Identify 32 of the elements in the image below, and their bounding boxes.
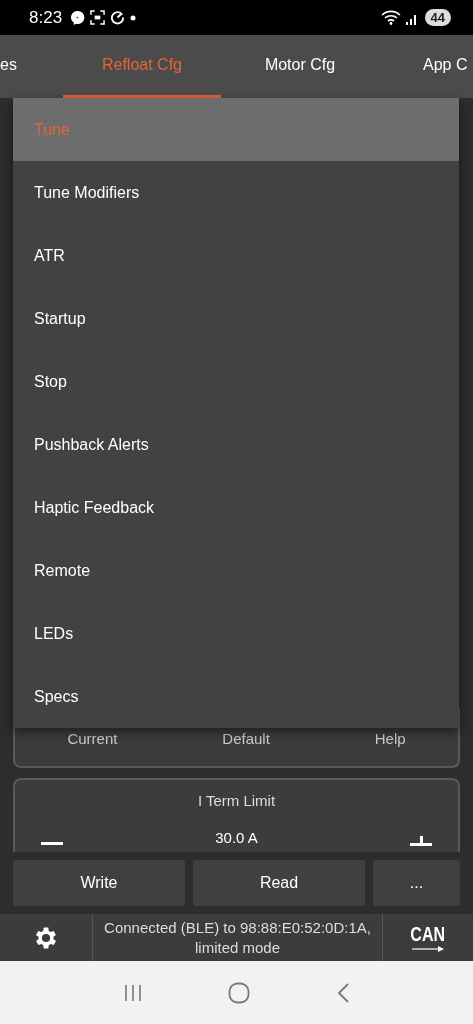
action-button[interactable]: ...: [373, 860, 460, 906]
card-button[interactable]: Help: [354, 730, 426, 747]
minus-icon[interactable]: [41, 842, 63, 846]
menu-item[interactable]: Tune Modifiers: [13, 161, 459, 224]
action-button[interactable]: Read: [193, 860, 365, 906]
menu-item[interactable]: Remote: [13, 539, 459, 602]
screenshot-icon: [90, 10, 106, 25]
clock: 8:23: [29, 7, 63, 28]
menu-item[interactable]: ATR: [13, 224, 459, 287]
card-button[interactable]: Current: [47, 730, 138, 747]
arrow-icon: [412, 946, 444, 952]
menu-item[interactable]: Startup: [13, 287, 459, 350]
action-button[interactable]: Write: [13, 860, 185, 906]
card-button[interactable]: Default: [202, 730, 290, 747]
can-button[interactable]: CAN: [383, 923, 473, 952]
recent-apps-icon[interactable]: [122, 982, 143, 1003]
tab[interactable]: es: [0, 35, 63, 98]
menu-item[interactable]: Specs: [13, 665, 459, 728]
refresh-icon: [110, 10, 126, 25]
menu-item[interactable]: LEDs: [13, 602, 459, 665]
wifi-icon: [380, 10, 401, 25]
dot-icon: [130, 14, 137, 21]
menu-item[interactable]: Haptic Feedback: [13, 476, 459, 539]
menu-item[interactable]: Pushback Alerts: [13, 413, 459, 476]
tab[interactable]: Motor Cfg: [221, 35, 379, 98]
tab[interactable]: App C: [379, 35, 473, 98]
battery-indicator: 44: [424, 9, 451, 26]
back-icon[interactable]: [336, 981, 351, 1004]
home-icon[interactable]: [228, 981, 251, 1004]
menu-item[interactable]: Stop: [13, 350, 459, 413]
parameter-value: 30.0 A: [215, 829, 258, 846]
parameter-title: I Term Limit: [197, 792, 276, 809]
